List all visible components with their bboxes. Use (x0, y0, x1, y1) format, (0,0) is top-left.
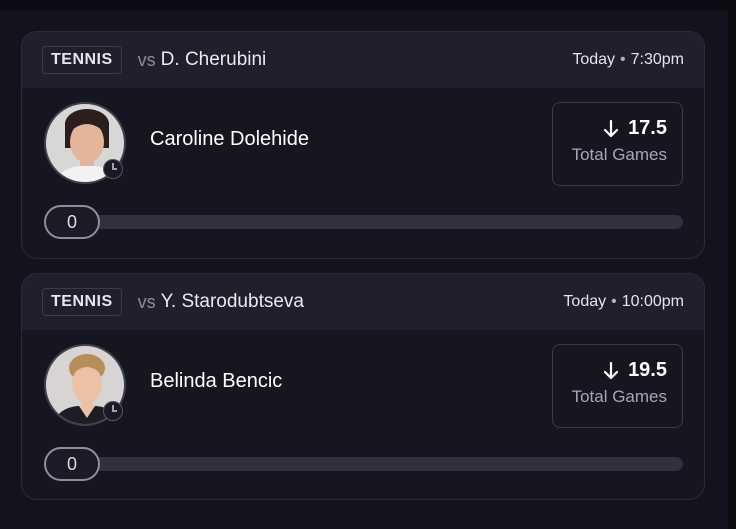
game-time: Today • 10:00pm (563, 293, 684, 311)
game-day: Today (572, 51, 616, 68)
slider-track[interactable] (70, 457, 683, 471)
slider-track[interactable] (70, 215, 683, 229)
line-box[interactable]: 19.5 Total Games (552, 344, 683, 428)
opponent-name: D. Cherubini (160, 49, 267, 70)
stat-label: Total Games (571, 387, 667, 406)
slider-knob[interactable]: 0 (44, 205, 100, 239)
clock-icon (103, 159, 123, 179)
card-body: Caroline Dolehide 17.5 Total Games 0 (22, 88, 704, 258)
slider-knob[interactable]: 0 (44, 447, 100, 481)
vs-label: vs (137, 291, 156, 312)
line-value: 17.5 (628, 117, 667, 139)
prop-card[interactable]: TENNIS vs Y. Starodubtseva Today • 10:00pm… (21, 273, 705, 500)
sport-badge: TENNIS (42, 46, 122, 74)
arrow-down-icon (604, 361, 619, 379)
right-edge (728, 0, 736, 529)
player-name: Caroline Dolehide (150, 128, 309, 150)
card-body: Belinda Bencic 19.5 Total Games 0 (22, 330, 704, 499)
player-name: Belinda Bencic (150, 370, 283, 392)
game-clock: 10:00pm (621, 293, 684, 310)
line-value: 19.5 (628, 359, 667, 381)
line-box[interactable]: 17.5 Total Games (552, 102, 683, 186)
game-day: Today (563, 293, 607, 310)
arrow-down-icon (604, 119, 619, 137)
game-time: Today • 7:30pm (572, 51, 684, 69)
separator-dot: • (620, 51, 626, 68)
top-strip (0, 0, 728, 10)
card-header: TENNIS vs D. Cherubini Today • 7:30pm (22, 32, 704, 88)
prop-card[interactable]: TENNIS vs D. Cherubini Today • 7:30pm Caro… (21, 31, 705, 259)
sport-badge: TENNIS (42, 288, 122, 316)
vs-label: vs (137, 49, 156, 70)
separator-dot: • (611, 293, 617, 310)
opponent-name: Y. Starodubtseva (160, 291, 304, 312)
game-clock: 7:30pm (630, 51, 684, 68)
stat-label: Total Games (571, 145, 667, 164)
card-header: TENNIS vs Y. Starodubtseva Today • 10:00pm (22, 274, 704, 330)
clock-icon (103, 401, 123, 421)
